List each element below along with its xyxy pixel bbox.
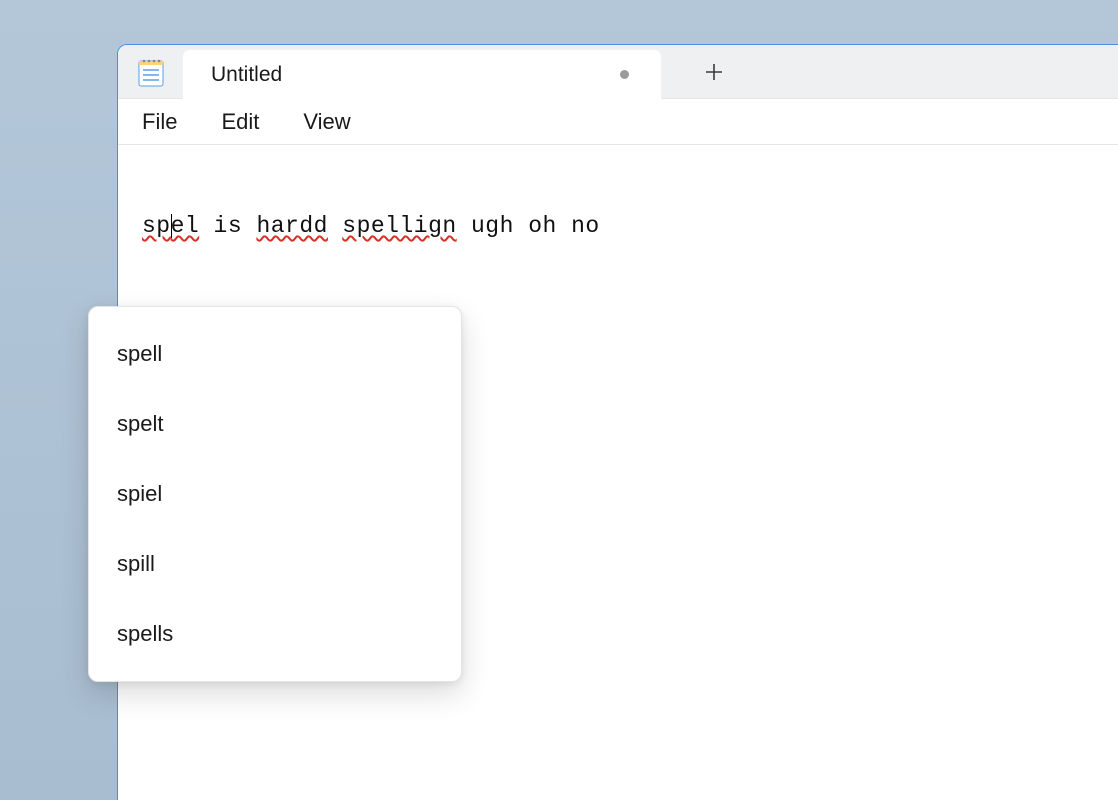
text-fragment[interactable]: [328, 213, 342, 239]
unsaved-indicator-icon: [620, 70, 629, 79]
menu-file[interactable]: File: [140, 105, 179, 139]
spellcheck-suggestion[interactable]: spill: [89, 529, 461, 599]
misspelled-word[interactable]: hardd: [256, 213, 328, 239]
spellcheck-suggestion[interactable]: spell: [89, 319, 461, 389]
spellcheck-context-menu: spellspeltspielspillspells: [88, 306, 462, 682]
menu-view[interactable]: View: [301, 105, 352, 139]
new-tab-button[interactable]: [690, 48, 738, 96]
document-tab[interactable]: Untitled: [182, 49, 662, 99]
spellcheck-suggestion[interactable]: spells: [89, 599, 461, 669]
misspelled-word[interactable]: el: [171, 213, 200, 239]
menu-bar: File Edit View: [118, 99, 1118, 145]
tab-title: Untitled: [211, 63, 282, 87]
text-editor[interactable]: spel is hardd spellign ugh oh no: [118, 145, 1118, 263]
misspelled-word[interactable]: spellign: [342, 213, 456, 239]
spellcheck-suggestion[interactable]: spelt: [89, 389, 461, 459]
text-fragment[interactable]: ugh oh no: [457, 213, 600, 239]
spellcheck-suggestion[interactable]: spiel: [89, 459, 461, 529]
text-fragment[interactable]: is: [199, 213, 256, 239]
menu-edit[interactable]: Edit: [219, 105, 261, 139]
misspelled-word[interactable]: sp: [142, 213, 171, 239]
app-icon: [138, 57, 164, 87]
tab-bar: Untitled: [118, 45, 1118, 99]
text-line[interactable]: spel is hardd spellign ugh oh no: [142, 213, 1094, 239]
